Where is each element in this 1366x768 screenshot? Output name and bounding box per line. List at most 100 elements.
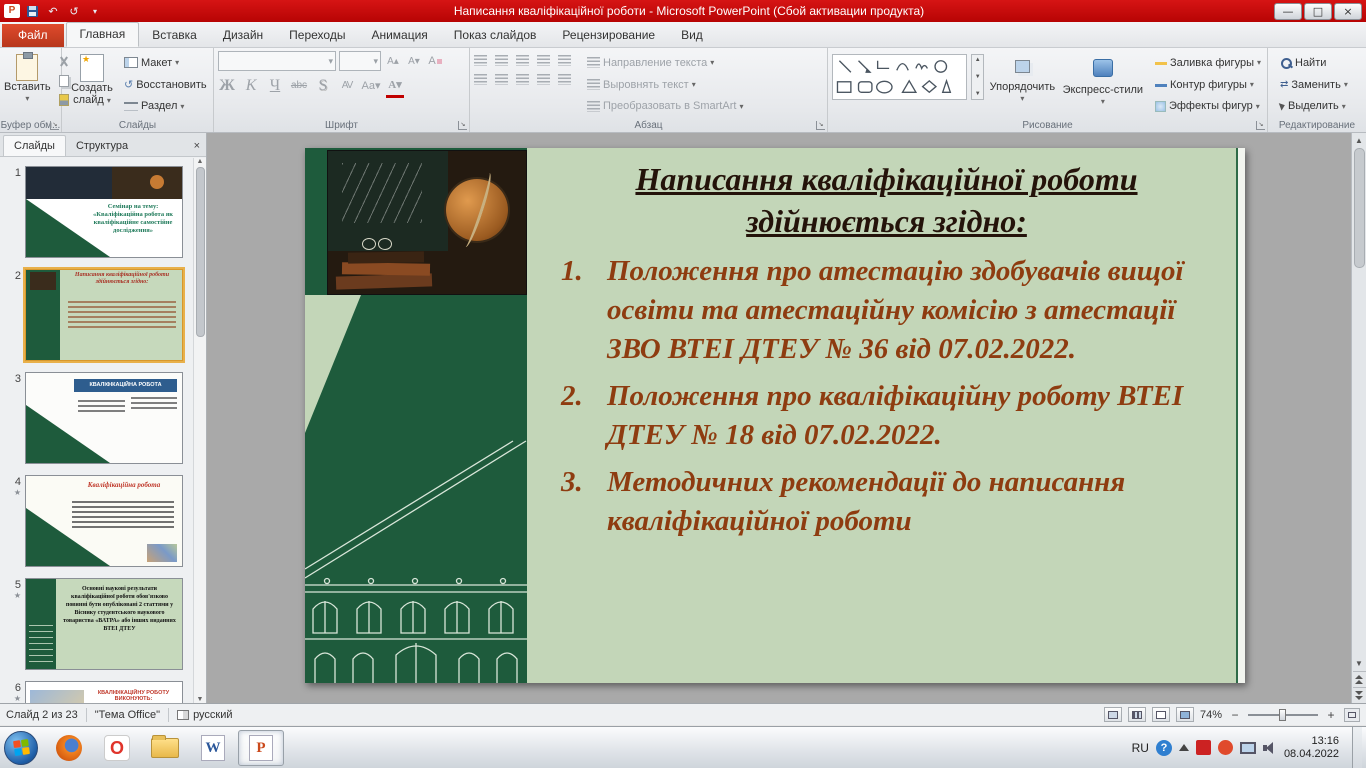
close-button[interactable]: ×: [1334, 3, 1362, 20]
font-dialog-launcher-icon[interactable]: ↘: [458, 121, 467, 130]
volume-icon[interactable]: [1263, 742, 1277, 754]
taskbar-powerpoint-icon[interactable]: P: [238, 730, 284, 766]
qat-menu-chevron-icon[interactable]: ▾: [86, 3, 104, 19]
slide-thumbnail[interactable]: Кваліфікаційна робота: [25, 475, 183, 567]
numbering-icon[interactable]: [495, 55, 508, 66]
zoom-level[interactable]: 74%: [1200, 709, 1222, 721]
bullets-icon[interactable]: [474, 55, 487, 66]
increase-indent-icon[interactable]: [537, 55, 550, 66]
language-indicator[interactable]: русский: [193, 709, 232, 721]
next-slide-button[interactable]: [1353, 687, 1366, 703]
align-text-button[interactable]: Выровнять текст▾: [585, 75, 745, 95]
section-button[interactable]: Раздел▾: [122, 96, 209, 116]
ribbon-tab-рецензирование[interactable]: Рецензирование: [549, 24, 668, 47]
text-direction-button[interactable]: Направление текста▾: [585, 53, 745, 73]
convert-smartart-button[interactable]: Преобразовать в SmartArt▾: [585, 96, 745, 116]
justify-icon[interactable]: [537, 74, 550, 85]
ribbon-tab-вставка[interactable]: Вставка: [139, 24, 210, 47]
align-right-icon[interactable]: [516, 74, 529, 85]
display-tray-icon[interactable]: [1240, 742, 1256, 754]
align-center-icon[interactable]: [495, 74, 508, 85]
change-case-button[interactable]: Аа▾: [362, 77, 380, 94]
slide-thumbnail[interactable]: КВАЛІФІКАЦІЙНУ РОБОТУ ВИКОНУЮТЬ:: [25, 681, 183, 703]
taskbar-opera-icon[interactable]: O: [94, 730, 140, 766]
language-switcher[interactable]: RU: [1132, 741, 1149, 755]
slide-thumbnail[interactable]: Основні наукові результати кваліфікаційн…: [25, 578, 183, 670]
previous-slide-button[interactable]: [1353, 671, 1366, 687]
current-slide[interactable]: Написання кваліфікаційної роботи здійнює…: [305, 148, 1245, 683]
align-left-icon[interactable]: [474, 74, 487, 85]
ribbon-tab-показ-слайдов[interactable]: Показ слайдов: [441, 24, 550, 47]
drawing-dialog-launcher-icon[interactable]: ↘: [1256, 121, 1265, 130]
spelling-icon[interactable]: [177, 710, 189, 720]
paste-button[interactable]: Вставить▾: [4, 51, 51, 116]
zoom-in-button[interactable]: +: [1324, 708, 1338, 722]
vertical-scrollbar[interactable]: ▲ ▼: [1351, 133, 1366, 703]
slideshow-view-button[interactable]: [1176, 707, 1194, 722]
slide-body[interactable]: Написання кваліфікаційної роботи здійнює…: [527, 148, 1236, 683]
strikethrough-button[interactable]: abc: [290, 77, 308, 94]
grow-font-icon[interactable]: А▴: [384, 53, 402, 70]
clear-formatting-icon[interactable]: А: [426, 53, 444, 70]
shapes-scrollbar[interactable]: ▲▼▼: [971, 54, 984, 100]
bold-button[interactable]: Ж: [218, 77, 236, 94]
decrease-indent-icon[interactable]: [516, 55, 529, 66]
slide-thumbnail[interactable]: Семінар на тему: «Кваліфікаційна робота …: [25, 166, 183, 258]
clipboard-dialog-launcher-icon[interactable]: ↘: [50, 121, 59, 130]
shape-outline-button[interactable]: Контур фигуры▾: [1153, 75, 1263, 95]
reading-view-button[interactable]: [1152, 707, 1170, 722]
zoom-slider[interactable]: [1248, 714, 1318, 716]
taskbar-word-icon[interactable]: W: [190, 730, 236, 766]
tab-outline[interactable]: Структура: [66, 136, 138, 156]
paragraph-dialog-launcher-icon[interactable]: ↘: [816, 121, 825, 130]
panel-scrollbar[interactable]: ▲▼: [193, 158, 206, 703]
shapes-gallery[interactable]: [832, 54, 967, 100]
undo-icon[interactable]: ↶: [44, 3, 62, 19]
reset-button[interactable]: ↺Восстановить: [122, 75, 209, 95]
layout-button[interactable]: Макет▾: [122, 53, 209, 73]
character-spacing-button[interactable]: AV: [338, 77, 356, 94]
font-color-button[interactable]: А▾: [386, 77, 404, 94]
quick-styles-button[interactable]: Экспресс-стили▾: [1061, 51, 1145, 116]
ribbon-tab-анимация[interactable]: Анимация: [358, 24, 440, 47]
clock[interactable]: 13:16 08.04.2022: [1284, 735, 1345, 761]
panel-close-icon[interactable]: ×: [194, 140, 200, 152]
tab-slides[interactable]: Слайды: [3, 135, 66, 156]
ribbon-tab-вид[interactable]: Вид: [668, 24, 716, 47]
help-tray-icon[interactable]: ?: [1156, 740, 1172, 756]
zoom-out-button[interactable]: −: [1228, 708, 1242, 722]
line-spacing-icon[interactable]: [558, 55, 571, 66]
italic-button[interactable]: К: [242, 77, 260, 94]
tray-app-icon[interactable]: [1196, 740, 1211, 755]
shrink-font-icon[interactable]: А▾: [405, 53, 423, 70]
start-button[interactable]: [4, 731, 38, 765]
slide-thumbnail[interactable]: Написання кваліфікаційної роботи здійнює…: [25, 269, 183, 361]
normal-view-button[interactable]: [1104, 707, 1122, 722]
show-desktop-button[interactable]: [1352, 727, 1362, 768]
shape-fill-button[interactable]: Заливка фигуры▾: [1153, 53, 1263, 73]
ribbon-tab-дизайн[interactable]: Дизайн: [210, 24, 276, 47]
minimize-button[interactable]: —: [1274, 3, 1302, 20]
save-icon[interactable]: [23, 3, 41, 19]
font-name-combo[interactable]: ▾: [218, 51, 336, 71]
hidden-icons-chevron-icon[interactable]: [1179, 744, 1189, 751]
shape-effects-button[interactable]: Эффекты фигур▾: [1153, 96, 1263, 116]
new-slide-button[interactable]: Создать слайд ▾: [66, 51, 118, 116]
font-size-combo[interactable]: ▾: [339, 51, 381, 71]
find-button[interactable]: Найти: [1278, 53, 1350, 73]
tray-app2-icon[interactable]: [1218, 740, 1233, 755]
underline-button[interactable]: Ч: [266, 77, 284, 94]
replace-button[interactable]: ⇄Заменить▾: [1278, 75, 1350, 95]
taskbar-explorer-icon[interactable]: [142, 730, 188, 766]
select-button[interactable]: Выделить▾: [1278, 96, 1350, 116]
slide-sorter-view-button[interactable]: [1128, 707, 1146, 722]
columns-icon[interactable]: [558, 74, 571, 85]
maximize-button[interactable]: □: [1304, 3, 1332, 20]
redo-icon[interactable]: ↺: [65, 3, 83, 19]
fit-to-window-button[interactable]: [1344, 708, 1360, 722]
ribbon-tab-переходы[interactable]: Переходы: [276, 24, 358, 47]
taskbar-firefox-icon[interactable]: [46, 730, 92, 766]
arrange-button[interactable]: Упорядочить▾: [988, 51, 1057, 116]
text-shadow-button[interactable]: S: [314, 77, 332, 94]
ribbon-tab-файл[interactable]: Файл: [2, 24, 64, 47]
